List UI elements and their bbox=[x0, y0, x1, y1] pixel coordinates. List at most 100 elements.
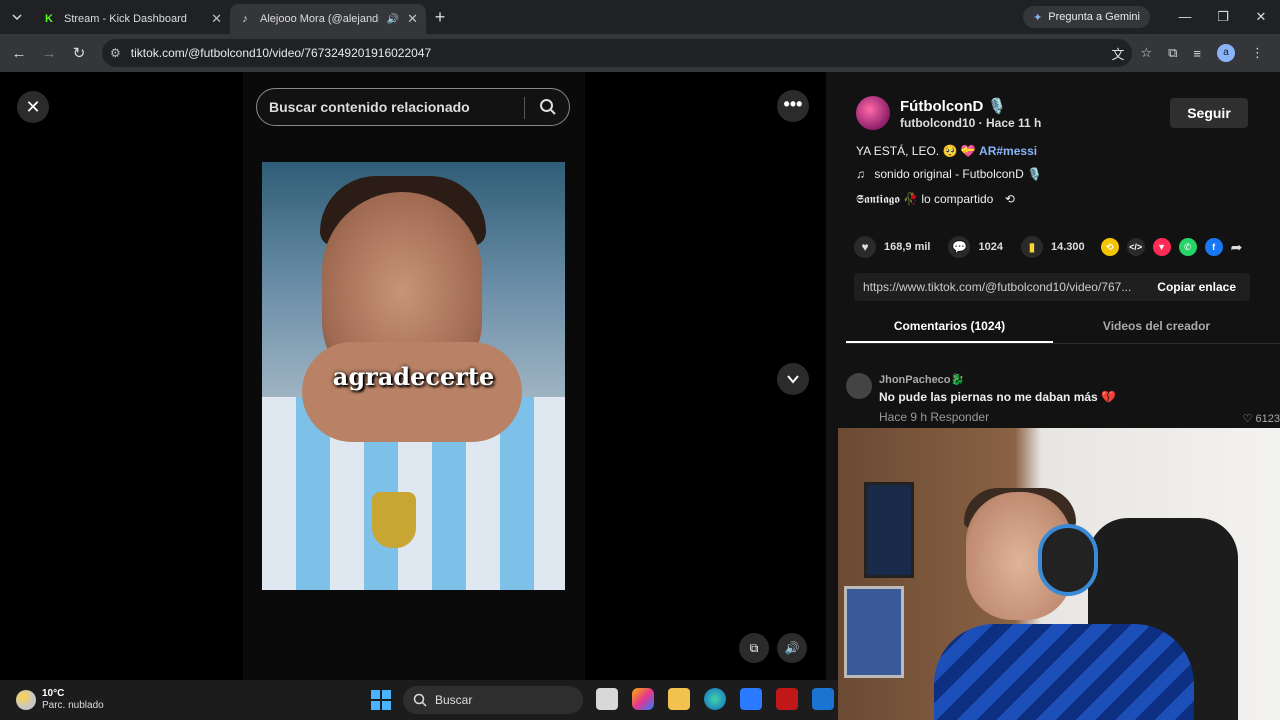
next-video-button[interactable] bbox=[777, 363, 809, 395]
browser-tabbar: K Stream - Kick Dashboard ✕ ♪ Alejooo Mo… bbox=[0, 0, 1280, 34]
site-info-icon[interactable]: ⚙ bbox=[110, 46, 121, 60]
search-icon[interactable] bbox=[539, 98, 557, 116]
webcam-overlay bbox=[838, 428, 1280, 720]
windows-taskbar: 10°C Parc. nublado Buscar bbox=[0, 680, 838, 720]
close-window-button[interactable]: ✕ bbox=[1242, 0, 1280, 34]
sound-info[interactable]: ♫ sonido original - FutbolconD 🎙️ bbox=[856, 167, 1042, 181]
edge-icon[interactable] bbox=[704, 688, 726, 710]
pip-icon: ⧉ bbox=[749, 640, 759, 655]
search-divider bbox=[524, 97, 525, 119]
floating-player-button[interactable]: ⧉ bbox=[739, 633, 769, 663]
extensions-icon[interactable]: ⧉ bbox=[1168, 45, 1177, 61]
video-description: YA ESTÁ, LEO. 🥺 💝 AR#messi bbox=[856, 144, 1037, 158]
tab-creator-videos[interactable]: Videos del creador bbox=[1053, 308, 1260, 343]
bookmark-icon[interactable]: ▮ bbox=[1020, 236, 1043, 258]
shared-by: 𝕾𝖆𝖓𝖙𝖎𝖆𝖌𝖔 🥀 lo compartido ⟲ bbox=[856, 192, 1015, 207]
gemini-button[interactable]: ✦ Pregunta a Gemini bbox=[1023, 6, 1150, 28]
related-search-input[interactable]: Buscar contenido relacionado bbox=[256, 88, 570, 126]
volume-icon: 🔊 bbox=[784, 641, 800, 655]
close-viewer-button[interactable]: ✕ bbox=[17, 91, 49, 123]
embed-code-icon[interactable]: </> bbox=[1126, 238, 1145, 256]
tiktok-icon: ♪ bbox=[242, 13, 248, 25]
back-button[interactable]: ← bbox=[4, 45, 34, 62]
partly-cloudy-icon bbox=[16, 690, 36, 710]
commenter-avatar[interactable] bbox=[846, 373, 872, 399]
window-controls: — ❐ ✕ bbox=[1166, 0, 1280, 34]
taskbar-search[interactable]: Buscar bbox=[403, 686, 583, 714]
follow-button[interactable]: Seguir bbox=[1170, 98, 1248, 128]
profile-avatar[interactable]: a bbox=[1217, 44, 1235, 62]
video-caption: agradecerte bbox=[332, 362, 495, 391]
minimize-button[interactable]: — bbox=[1166, 0, 1204, 34]
menu-kebab-icon[interactable]: ⋮ bbox=[1251, 45, 1264, 61]
share-arrow-icon[interactable]: ➦ bbox=[1231, 239, 1243, 256]
gemini-icon: ✦ bbox=[1033, 11, 1043, 24]
streamer-jersey bbox=[934, 624, 1194, 720]
volume-button[interactable]: 🔊 bbox=[777, 633, 807, 663]
description-text: YA ESTÁ, LEO. 🥺 💝 bbox=[856, 144, 976, 158]
like-heart-icon[interactable]: ♥ bbox=[854, 236, 876, 258]
kick-icon: K bbox=[45, 13, 53, 25]
creator-name[interactable]: FútbolconD 🎙️ bbox=[900, 97, 1006, 115]
more-options-button[interactable]: ••• bbox=[777, 90, 809, 122]
close-icon[interactable]: ✕ bbox=[211, 11, 222, 27]
copilot-icon[interactable] bbox=[632, 688, 654, 710]
panel-tabs: Comentarios (1024) Videos del creador bbox=[846, 308, 1280, 344]
tab-tiktok-video[interactable]: ♪ Alejooo Mora (@alejandron 🔊 ✕ bbox=[230, 4, 426, 34]
chevron-down-icon bbox=[12, 14, 22, 21]
new-tab-button[interactable]: + bbox=[426, 7, 454, 28]
forward-button[interactable]: → bbox=[34, 45, 64, 62]
gemini-label: Pregunta a Gemini bbox=[1048, 11, 1140, 23]
facebook-icon[interactable]: f bbox=[1204, 238, 1223, 256]
send-to-friends-icon[interactable]: ▼ bbox=[1152, 238, 1171, 256]
bookmark-star-icon[interactable]: ☆ bbox=[1140, 45, 1152, 61]
file-explorer-icon[interactable] bbox=[668, 688, 690, 710]
close-icon[interactable]: ✕ bbox=[407, 11, 418, 27]
ellipsis-icon: ••• bbox=[783, 94, 803, 114]
speaker-icon[interactable]: 🔊 bbox=[387, 14, 399, 25]
hashtag-link[interactable]: AR#messi bbox=[979, 144, 1037, 158]
jersey-crest bbox=[372, 492, 416, 548]
address-bar[interactable]: ⚙ tiktok.com/@futbolcond10/video/7673249… bbox=[102, 39, 1132, 67]
headset bbox=[1038, 524, 1098, 596]
translate-icon[interactable]: 文 bbox=[1111, 44, 1124, 63]
taskbar-apps bbox=[596, 688, 834, 710]
copy-link-button[interactable]: Copiar enlace bbox=[1143, 280, 1250, 294]
url-text: tiktok.com/@futbolcond10/video/767324920… bbox=[130, 46, 432, 60]
share-link-url[interactable]: https://www.tiktok.com/@futbolcond10/vid… bbox=[854, 280, 1143, 294]
creator-avatar[interactable] bbox=[856, 96, 890, 130]
maximize-button[interactable]: ❐ bbox=[1204, 0, 1242, 34]
task-view-icon[interactable] bbox=[596, 688, 618, 710]
wall-poster bbox=[844, 586, 904, 678]
repost-share-icon[interactable]: ⟲ bbox=[1100, 238, 1119, 256]
tab-comments[interactable]: Comentarios (1024) bbox=[846, 308, 1053, 343]
reload-button[interactable]: ↻ bbox=[64, 44, 94, 62]
store-icon[interactable] bbox=[740, 688, 762, 710]
save-count: 14.300 bbox=[1050, 241, 1085, 253]
close-icon: ✕ bbox=[25, 96, 41, 117]
start-button[interactable] bbox=[371, 690, 391, 710]
tab-search-dropdown[interactable] bbox=[0, 0, 34, 34]
mail-icon[interactable] bbox=[812, 688, 834, 710]
video-column: Buscar contenido relacionado agradecerte bbox=[243, 72, 585, 680]
taskbar-search-label: Buscar bbox=[435, 693, 473, 707]
media-control-icon[interactable]: ≡ bbox=[1193, 46, 1201, 61]
tab-kick-dashboard[interactable]: K Stream - Kick Dashboard ✕ bbox=[34, 4, 230, 34]
video-player[interactable]: agradecerte bbox=[262, 162, 565, 590]
search-placeholder: Buscar contenido relacionado bbox=[269, 99, 470, 115]
weather-widget[interactable]: 10°C Parc. nublado bbox=[16, 688, 104, 712]
creator-meta: futbolcond10 · Hace 11 h bbox=[900, 116, 1042, 130]
weather-temp: 10°C bbox=[42, 688, 65, 699]
comment-bubble-icon[interactable]: 💬 bbox=[948, 236, 971, 258]
comment-likes[interactable]: ♡ 6123 bbox=[1243, 412, 1280, 425]
music-note-icon: ♫ bbox=[856, 167, 865, 181]
weather-condition: Parc. nublado bbox=[42, 700, 104, 711]
chevron-down-icon bbox=[787, 375, 799, 384]
whatsapp-icon[interactable]: ✆ bbox=[1178, 238, 1197, 256]
tab-title: Stream - Kick Dashboard bbox=[64, 13, 187, 25]
commenter-name[interactable]: JhonPacheco🐉 bbox=[879, 373, 964, 386]
mcafee-icon[interactable] bbox=[776, 688, 798, 710]
toolbar-actions: 文 ☆ ⧉ ≡ a ⋮ bbox=[1111, 34, 1264, 72]
comment-meta[interactable]: Hace 9 h Responder bbox=[879, 410, 989, 424]
browser-toolbar: ← → ↻ ⚙ tiktok.com/@futbolcond10/video/7… bbox=[0, 34, 1280, 72]
